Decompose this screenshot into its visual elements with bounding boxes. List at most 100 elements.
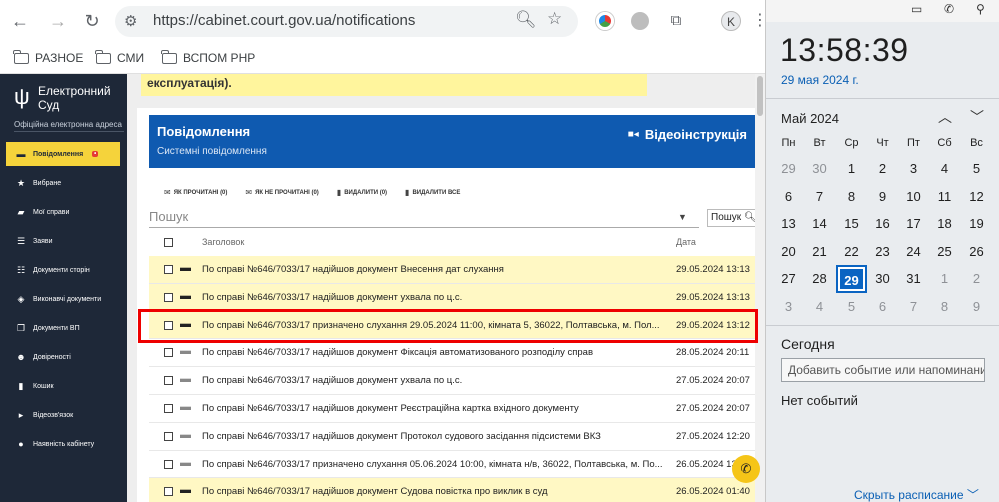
- sidebar-item[interactable]: ▬ Повідомлення •: [6, 142, 120, 166]
- calendar-day[interactable]: 30: [867, 265, 898, 293]
- row-checkbox[interactable]: [164, 459, 173, 469]
- notification-title[interactable]: По справі №646/7033/17 надійшов документ…: [202, 347, 666, 358]
- sidebar-item[interactable]: ☷ Документи сторін: [6, 258, 120, 282]
- calendar-day[interactable]: 1: [929, 265, 960, 293]
- notification-row[interactable]: ▬ По справі №646/7033/17 надійшов докумен…: [149, 423, 756, 451]
- notification-title[interactable]: По справі №646/7033/17 надійшов документ…: [202, 431, 666, 442]
- next-month-icon[interactable]: ﹀: [970, 107, 984, 127]
- sidebar-item[interactable]: ● Наявність кабінету: [6, 432, 120, 456]
- notification-title[interactable]: По справі №646/7033/17 надійшов документ…: [202, 403, 666, 414]
- prev-month-icon[interactable]: ︿: [938, 107, 952, 127]
- notification-row[interactable]: ▬ По справі №646/7033/17 призначено слуха…: [149, 451, 756, 479]
- extensions-puzzle-icon[interactable]: ⧉: [664, 9, 688, 33]
- extension-color-icon[interactable]: [596, 12, 614, 30]
- notification-title[interactable]: По справі №646/7033/17 призначено слухан…: [202, 459, 666, 470]
- hide-schedule-link[interactable]: Скрыть расписание ﹀: [854, 486, 979, 502]
- calendar-day[interactable]: 4: [804, 293, 835, 321]
- notification-row[interactable]: ▬ По справі №646/7033/17 надійшов докумен…: [149, 339, 756, 368]
- scrollbar-thumb[interactable]: [757, 76, 763, 116]
- row-checkbox[interactable]: [164, 265, 173, 274]
- notification-title[interactable]: По справі №646/7033/17 надійшов документ…: [202, 486, 666, 497]
- calendar-day[interactable]: 20: [773, 238, 804, 266]
- month-label[interactable]: Май 2024: [781, 111, 839, 126]
- row-checkbox[interactable]: [164, 320, 173, 330]
- delete-button[interactable]: ▮ ВИДАЛИТИ (0): [337, 188, 387, 197]
- calendar-day[interactable]: 29: [773, 155, 804, 183]
- row-checkbox[interactable]: [164, 403, 173, 413]
- calendar-day[interactable]: 26: [961, 238, 992, 266]
- add-event-input[interactable]: Добавить событие или напоминание: [781, 358, 985, 382]
- notification-title[interactable]: По справі №646/7033/17 надійшов документ…: [202, 292, 666, 303]
- row-checkbox[interactable]: [164, 292, 173, 302]
- forward-icon[interactable]: →: [46, 9, 70, 33]
- notification-row[interactable]: ▬ По справі №646/7033/17 надійшов докумен…: [149, 395, 756, 423]
- bookmark-folder[interactable]: СМИ: [95, 49, 144, 65]
- calendar-day[interactable]: 3: [773, 293, 804, 321]
- calendar-day[interactable]: 21: [804, 238, 835, 266]
- calendar-day[interactable]: 13: [773, 210, 804, 238]
- date-link[interactable]: 29 мая 2024 г.: [781, 73, 859, 87]
- page-scrollbar[interactable]: [755, 74, 765, 502]
- calendar-day[interactable]: 29: [836, 265, 867, 293]
- bookmark-folder[interactable]: РАЗНОЕ: [13, 49, 83, 65]
- delete-all-button[interactable]: ▮ ВИДАЛИТИ ВСЕ: [405, 188, 460, 197]
- calendar-day[interactable]: 5: [961, 155, 992, 183]
- calendar-day[interactable]: 3: [898, 155, 929, 183]
- video-instruction-link[interactable]: ■◂ Відеоінструкція: [628, 127, 747, 142]
- row-checkbox[interactable]: [164, 348, 173, 358]
- mark-read-button[interactable]: ✉ ЯК ПРОЧИТАНІ (0): [164, 188, 227, 197]
- calendar-day[interactable]: 12: [961, 183, 992, 211]
- calendar-day[interactable]: 22: [836, 238, 867, 266]
- calendar-day[interactable]: 6: [773, 183, 804, 211]
- search-icon[interactable]: ⚲: [976, 2, 985, 16]
- notification-title[interactable]: По справі №646/7033/17 призначено слухан…: [202, 320, 666, 331]
- calendar-day[interactable]: 1: [836, 155, 867, 183]
- mark-unread-button[interactable]: ✉ ЯК НЕ ПРОЧИТАНІ (0): [245, 188, 318, 197]
- profile-avatar[interactable]: K: [721, 11, 741, 31]
- sidebar-item[interactable]: ▰ Мої справи: [6, 200, 120, 224]
- reload-icon[interactable]: ↻: [80, 9, 104, 33]
- calendar-day[interactable]: 2: [961, 265, 992, 293]
- calendar-day[interactable]: 14: [804, 210, 835, 238]
- select-all-checkbox[interactable]: [164, 238, 173, 247]
- bookmark-star-icon[interactable]: ☆: [547, 9, 562, 29]
- sidebar-item[interactable]: ▸ Відеозв'язок: [6, 403, 120, 427]
- sidebar-item[interactable]: ☻ Довіреності: [6, 345, 120, 369]
- notification-row[interactable]: ▬ По справі №646/7033/17 надійшов докумен…: [149, 283, 756, 312]
- calendar-day[interactable]: 24: [898, 238, 929, 266]
- calendar-day[interactable]: 8: [929, 293, 960, 321]
- video-icon[interactable]: ▭: [911, 2, 922, 16]
- calendar-day[interactable]: 6: [867, 293, 898, 321]
- row-checkbox[interactable]: [164, 376, 173, 386]
- calendar-day[interactable]: 27: [773, 265, 804, 293]
- calendar-day[interactable]: 5: [836, 293, 867, 321]
- row-checkbox[interactable]: [164, 487, 173, 497]
- phone-icon[interactable]: ✆: [944, 2, 954, 16]
- extension-globe-icon[interactable]: [631, 12, 649, 30]
- sidebar-item[interactable]: ▮ Кошик: [6, 374, 120, 398]
- calendar-day[interactable]: 31: [898, 265, 929, 293]
- calendar-day[interactable]: 30: [804, 155, 835, 183]
- row-checkbox[interactable]: [164, 431, 173, 441]
- calendar-day[interactable]: 2: [867, 155, 898, 183]
- notification-row[interactable]: ▬ По справі №646/7033/17 надійшов докумен…: [149, 478, 756, 502]
- calendar-day[interactable]: 17: [898, 210, 929, 238]
- url-text[interactable]: https://cabinet.court.gov.ua/notificatio…: [153, 12, 415, 29]
- calendar-day[interactable]: 16: [867, 210, 898, 238]
- notification-row[interactable]: ▬ По справі №646/7033/17 призначено слуха…: [149, 311, 756, 340]
- calendar-day[interactable]: 7: [804, 183, 835, 211]
- sidebar-item[interactable]: ❐ Документи ВП: [6, 316, 120, 340]
- notification-title[interactable]: По справі №646/7033/17 надійшов документ…: [202, 264, 666, 275]
- zoom-icon[interactable]: 🔍︎: [515, 10, 537, 30]
- back-icon[interactable]: ←: [8, 9, 32, 33]
- calendar-day[interactable]: 7: [898, 293, 929, 321]
- search-button[interactable]: Пошук 🔍︎: [707, 209, 760, 227]
- calendar-day[interactable]: 4: [929, 155, 960, 183]
- calendar-day[interactable]: 15: [836, 210, 867, 238]
- sidebar-item[interactable]: ★ Вибране: [6, 171, 120, 195]
- calendar-day[interactable]: 23: [867, 238, 898, 266]
- calendar-day[interactable]: 18: [929, 210, 960, 238]
- calendar-day[interactable]: 28: [804, 265, 835, 293]
- calendar-day[interactable]: 10: [898, 183, 929, 211]
- notification-row[interactable]: ▬ По справі №646/7033/17 надійшов докумен…: [149, 256, 756, 284]
